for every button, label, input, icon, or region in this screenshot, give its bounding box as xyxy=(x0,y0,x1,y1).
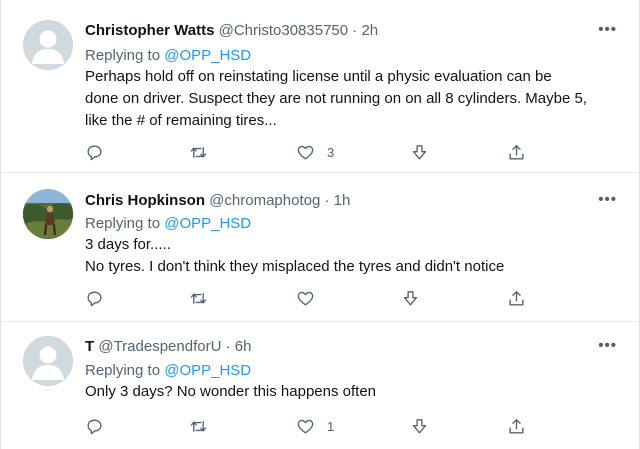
avatar[interactable] xyxy=(23,189,73,239)
like-icon xyxy=(297,291,314,306)
retweet-button[interactable] xyxy=(189,287,208,309)
photo-avatar-icon xyxy=(23,189,73,239)
replying-label: Replying to xyxy=(85,47,161,64)
tweet-text-line: done on driver. Suspect they are not run… xyxy=(85,90,587,107)
like-button[interactable]: 1 xyxy=(296,415,334,437)
separator: · xyxy=(352,22,358,39)
retweet-icon xyxy=(190,292,207,304)
replying-to: Replying to @OPP_HSD xyxy=(85,46,251,65)
default-avatar-icon xyxy=(23,336,73,386)
more-icon[interactable]: ••• xyxy=(598,21,617,38)
avatar[interactable] xyxy=(23,336,73,386)
share-icon xyxy=(509,290,524,306)
separator: · xyxy=(225,338,231,355)
author-handle[interactable]: @Christo30835750 xyxy=(219,22,348,39)
share-button[interactable] xyxy=(507,415,526,437)
avatar[interactable] xyxy=(23,20,73,70)
reply-button[interactable] xyxy=(85,415,104,437)
reply-icon xyxy=(87,418,102,434)
downvote-icon xyxy=(412,144,427,160)
reply-icon xyxy=(87,290,102,306)
default-avatar-icon xyxy=(23,20,73,70)
replying-to: Replying to @OPP_HSD xyxy=(85,214,251,233)
share-icon xyxy=(509,144,524,160)
action-bar: 1 xyxy=(85,415,535,437)
tweet-text: Perhaps hold off on reinstating license … xyxy=(85,66,615,132)
timestamp[interactable]: 1h xyxy=(334,192,351,209)
tweet-header: Christopher Watts @Christo30835750 · 2h xyxy=(85,21,378,40)
replying-handle[interactable]: @OPP_HSD xyxy=(164,215,251,232)
tweet[interactable]: Chris Hopkinson @chromaphotog · 1h ••• R… xyxy=(1,172,639,322)
like-count: 3 xyxy=(327,144,335,160)
separator: · xyxy=(324,192,330,209)
author-name[interactable]: Chris Hopkinson xyxy=(85,192,205,209)
downvote-icon xyxy=(403,290,418,306)
tweet-text: Only 3 days? No wonder this happens ofte… xyxy=(85,381,615,403)
author-handle[interactable]: @TradespendforU xyxy=(98,338,221,355)
tweet-text: 3 days for..... No tyres. I don't think … xyxy=(85,234,615,278)
tweet-text-line: 3 days for..... xyxy=(85,236,171,253)
reply-button[interactable] xyxy=(85,287,104,309)
more-icon[interactable]: ••• xyxy=(598,337,617,354)
downvote-button[interactable] xyxy=(410,141,429,163)
tweet[interactable]: Christopher Watts @Christo30835750 · 2h … xyxy=(1,0,639,173)
like-button[interactable]: 3 xyxy=(296,141,334,163)
tweet-text-line: Perhaps hold off on reinstating license … xyxy=(85,68,552,85)
tweet-text-line: Only 3 days? No wonder this happens ofte… xyxy=(85,383,377,400)
tweet[interactable]: T @TradespendforU · 6h ••• Replying to @… xyxy=(1,321,639,449)
like-count: 1 xyxy=(327,418,335,434)
retweet-button[interactable] xyxy=(189,415,208,437)
share-button[interactable] xyxy=(507,287,526,309)
downvote-icon xyxy=(412,418,427,434)
retweet-icon xyxy=(190,146,207,158)
action-bar xyxy=(85,287,535,309)
tweet-header: Chris Hopkinson @chromaphotog · 1h xyxy=(85,191,350,210)
timeline: Christopher Watts @Christo30835750 · 2h … xyxy=(0,0,640,449)
downvote-button[interactable] xyxy=(410,415,429,437)
replying-to: Replying to @OPP_HSD xyxy=(85,361,251,380)
share-button[interactable] xyxy=(507,141,526,163)
like-icon xyxy=(297,145,314,160)
replying-handle[interactable]: @OPP_HSD xyxy=(164,47,251,64)
like-icon xyxy=(297,419,314,434)
replying-label: Replying to xyxy=(85,362,161,379)
retweet-button[interactable] xyxy=(189,141,208,163)
author-name[interactable]: T xyxy=(85,338,94,355)
author-name[interactable]: Christopher Watts xyxy=(85,22,214,39)
retweet-icon xyxy=(190,420,207,432)
tweet-text-line: like the # of remaining tires... xyxy=(85,112,277,129)
action-bar: 3 xyxy=(85,141,535,163)
timestamp[interactable]: 6h xyxy=(235,338,252,355)
reply-icon xyxy=(87,144,102,160)
share-icon xyxy=(509,418,524,434)
author-handle[interactable]: @chromaphotog xyxy=(209,192,320,209)
tweet-header: T @TradespendforU · 6h xyxy=(85,337,251,356)
replying-handle[interactable]: @OPP_HSD xyxy=(164,362,251,379)
downvote-button[interactable] xyxy=(401,287,420,309)
reply-button[interactable] xyxy=(85,141,104,163)
like-button[interactable] xyxy=(296,287,327,309)
more-icon[interactable]: ••• xyxy=(598,191,617,208)
tweet-text-line: No tyres. I don't think they misplaced t… xyxy=(85,258,505,275)
timestamp[interactable]: 2h xyxy=(361,22,378,39)
replying-label: Replying to xyxy=(85,215,161,232)
